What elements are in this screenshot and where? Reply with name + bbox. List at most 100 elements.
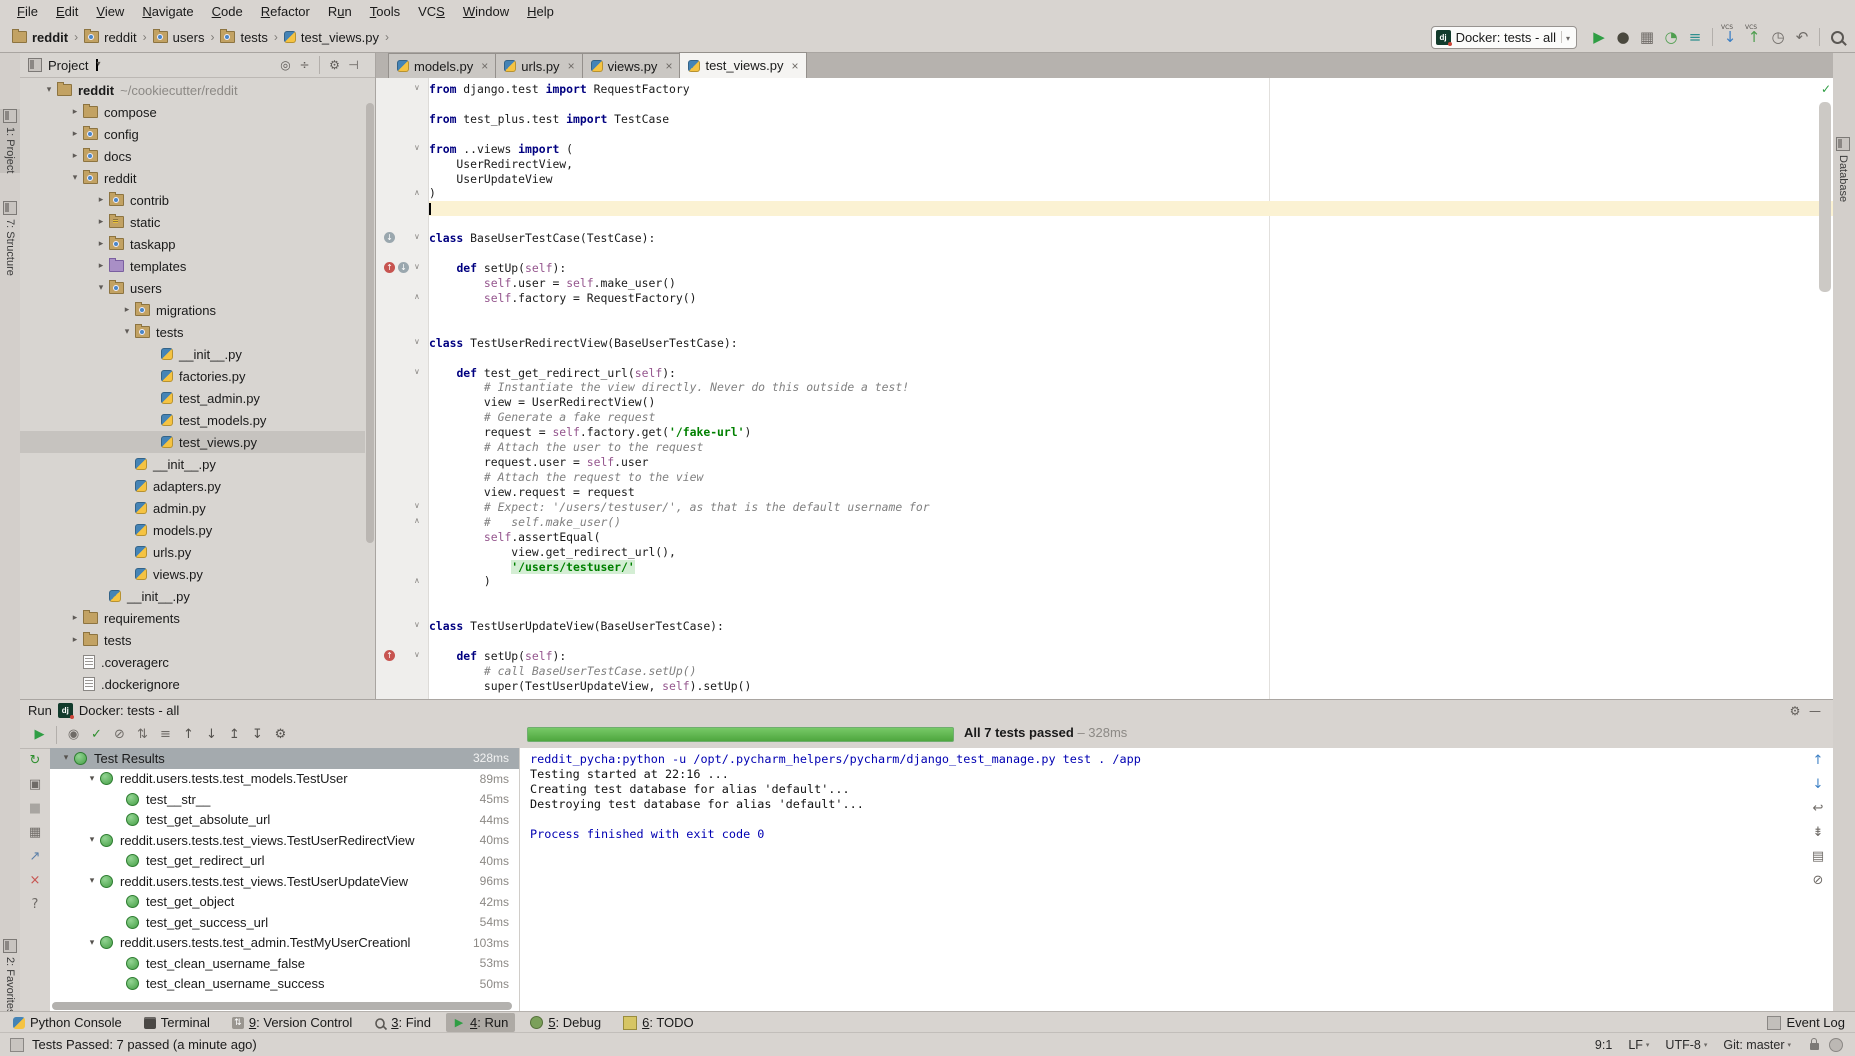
- test-result-test-str[interactable]: test__str__45ms: [50, 789, 519, 810]
- menu-file[interactable]: File: [8, 2, 47, 21]
- editor-tab-models-py[interactable]: models.py×: [388, 53, 496, 78]
- tree-item-docs[interactable]: ▸docs: [20, 145, 365, 167]
- debug-icon[interactable]: ●: [1611, 25, 1635, 49]
- menu-edit[interactable]: Edit: [47, 2, 87, 21]
- tree-item-tests[interactable]: ▸tests: [20, 629, 365, 651]
- expand-arrow-icon[interactable]: ▸: [93, 261, 109, 271]
- editor-scrollbar[interactable]: [1819, 102, 1831, 292]
- fold-collapse-icon[interactable]: ∨: [414, 143, 420, 152]
- expand-arrow-icon[interactable]: ▸: [67, 613, 83, 623]
- breadcrumb-item-tests[interactable]: tests: [218, 30, 269, 45]
- status-9-1[interactable]: 9:1: [1595, 1038, 1612, 1052]
- menu-code[interactable]: Code: [203, 2, 252, 21]
- toolwindow-button-6-todo[interactable]: 6: TODO: [616, 1013, 701, 1032]
- toolwindow-button-4-run[interactable]: ▶4: Run: [446, 1013, 515, 1032]
- test-result-reddit-users-tests-test-views-testuserredirectview[interactable]: ▾reddit.users.tests.test_views.TestUserR…: [50, 830, 519, 851]
- test-result-test-clean-username-success[interactable]: test_clean_username_success50ms: [50, 974, 519, 995]
- tree-item-requirements[interactable]: ▸requirements: [20, 607, 365, 629]
- tree-item-users[interactable]: ▾users: [20, 277, 365, 299]
- tree-item-coveragerc[interactable]: .coveragerc: [20, 651, 365, 673]
- breadcrumb-item-users[interactable]: users: [151, 30, 207, 45]
- run-test-gutter-icon[interactable]: ↓: [384, 232, 395, 243]
- status-toolwindows-icon[interactable]: [10, 1038, 24, 1052]
- tool-button-2-favorites[interactable]: 2: Favorites: [0, 939, 20, 1014]
- toolwindow-button-5-debug[interactable]: 5: Debug: [523, 1013, 608, 1032]
- collapse-arrow-icon[interactable]: ▾: [58, 753, 74, 763]
- rerun-run-icon[interactable]: ▶: [28, 724, 51, 746]
- clear-console-icon[interactable]: ⊘: [1803, 868, 1833, 892]
- status-lf[interactable]: LF▾: [1628, 1038, 1649, 1052]
- tree-item-admin-py[interactable]: admin.py: [20, 497, 365, 519]
- menu-view[interactable]: View: [87, 2, 133, 21]
- fold-collapse-icon[interactable]: ∨: [414, 83, 420, 92]
- run-icon[interactable]: ▶: [1587, 25, 1611, 49]
- breadcrumb-item-reddit[interactable]: reddit: [10, 30, 70, 45]
- collapse-arrow-icon[interactable]: ▾: [41, 85, 57, 95]
- run-configuration-select[interactable]: dj Docker: tests - all ▾: [1431, 26, 1577, 49]
- expand-arrow-icon[interactable]: ▸: [119, 305, 135, 315]
- fold-expand-icon[interactable]: ∧: [414, 292, 420, 301]
- editor-tab-views-py[interactable]: views.py×: [582, 53, 681, 78]
- stop-icon[interactable]: ■: [20, 796, 50, 820]
- tool-button-7-structure[interactable]: 7: Structure: [0, 201, 20, 276]
- tree-item-adapters-py[interactable]: adapters.py: [20, 475, 365, 497]
- pin-tab-icon[interactable]: ▣: [20, 772, 50, 796]
- toolwindow-button-event-log[interactable]: Event Log: [1767, 1015, 1845, 1030]
- run-test-gutter-icon[interactable]: ↑: [384, 650, 395, 661]
- menu-tools[interactable]: Tools: [361, 2, 409, 21]
- navigate-to-source-icon[interactable]: ↗: [20, 844, 50, 868]
- search-everywhere-icon[interactable]: [1825, 25, 1849, 49]
- next-failed-test-icon[interactable]: ↓: [200, 724, 223, 746]
- expand-arrow-icon[interactable]: ▸: [93, 217, 109, 227]
- rerun-tests-icon[interactable]: ↻: [20, 748, 50, 772]
- expand-arrow-icon[interactable]: ▸: [67, 129, 83, 139]
- collapse-arrow-icon[interactable]: ▾: [119, 327, 135, 337]
- toolwindow-button-terminal[interactable]: Terminal: [137, 1013, 217, 1032]
- tree-item-test-admin-py[interactable]: test_admin.py: [20, 387, 365, 409]
- lock-icon[interactable]: [1810, 1043, 1819, 1050]
- status-utf-8[interactable]: UTF-8▾: [1665, 1038, 1707, 1052]
- scroll-to-end-icon[interactable]: ⇟: [1803, 820, 1833, 844]
- coverage-icon[interactable]: ▦: [1635, 25, 1659, 49]
- test-tree-scrollbar[interactable]: [52, 1002, 512, 1010]
- tool-button-database[interactable]: Database: [1833, 137, 1853, 202]
- collapse-arrow-icon[interactable]: ▾: [93, 283, 109, 293]
- toggle-auto-test-icon[interactable]: ◉: [62, 724, 85, 746]
- expand-arrow-icon[interactable]: ▸: [67, 107, 83, 117]
- status-message[interactable]: Tests Passed: 7 passed (a minute ago): [32, 1037, 257, 1052]
- previous-failed-test-icon[interactable]: ↑: [177, 724, 200, 746]
- tree-item-urls-py[interactable]: urls.py: [20, 541, 365, 563]
- fold-collapse-icon[interactable]: ∨: [414, 367, 420, 376]
- hector-inspector-icon[interactable]: [1829, 1038, 1843, 1052]
- tree-item-config[interactable]: ▸config: [20, 123, 365, 145]
- menu-help[interactable]: Help: [518, 2, 563, 21]
- tree-item-test-models-py[interactable]: test_models.py: [20, 409, 365, 431]
- menu-run[interactable]: Run: [319, 2, 361, 21]
- expand-arrow-icon[interactable]: ▸: [93, 239, 109, 249]
- menu-vcs[interactable]: VCS: [409, 2, 454, 21]
- hide-panel-icon[interactable]: —: [1805, 702, 1825, 720]
- tree-item-compose[interactable]: ▸compose: [20, 101, 365, 123]
- expand-arrow-icon[interactable]: ▸: [67, 151, 83, 161]
- expand-arrow-icon[interactable]: ▸: [67, 635, 83, 645]
- tree-item-test-views-py[interactable]: test_views.py: [20, 431, 365, 453]
- collapse-arrow-icon[interactable]: ▾: [84, 835, 100, 845]
- status-git-master[interactable]: Git: master▾: [1723, 1038, 1791, 1052]
- tree-item-tests[interactable]: ▾tests: [20, 321, 365, 343]
- help-icon[interactable]: ?: [20, 892, 50, 916]
- test-result-test-get-success-url[interactable]: test_get_success_url54ms: [50, 912, 519, 933]
- print-icon[interactable]: ▤: [1803, 844, 1833, 868]
- collapse-arrow-icon[interactable]: ▾: [84, 938, 100, 948]
- close-tab-icon[interactable]: ×: [792, 59, 799, 73]
- export-test-results-icon[interactable]: ↧: [246, 724, 269, 746]
- tree-item-reddit[interactable]: ▾reddit~/cookiecutter/reddit: [20, 79, 365, 101]
- tree-item-reddit[interactable]: ▾reddit: [20, 167, 365, 189]
- up-stacktrace-icon[interactable]: ↑: [1803, 748, 1833, 772]
- menu-window[interactable]: Window: [454, 2, 518, 21]
- tree-item-dockerignore[interactable]: .dockerignore: [20, 673, 365, 695]
- recent-changes-icon[interactable]: ◷: [1766, 25, 1790, 49]
- locate-file-icon[interactable]: ◎: [276, 56, 295, 75]
- inspections-ok-icon[interactable]: ✓: [1821, 82, 1831, 96]
- test-result-test-get-object[interactable]: test_get_object42ms: [50, 892, 519, 913]
- fold-expand-icon[interactable]: ∧: [414, 516, 420, 525]
